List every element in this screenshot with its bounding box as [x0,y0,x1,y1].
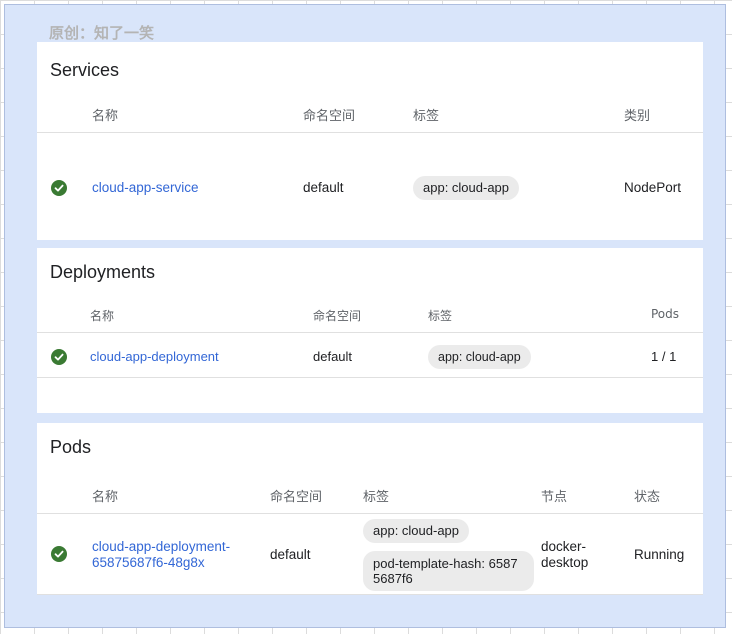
deployments-divider-top [37,332,703,333]
services-header-type[interactable]: 类别 [624,105,650,124]
services-title: Services [50,60,120,80]
services-card: Services 名称 命名空间 标签 类别 cloud-app-service… [37,42,703,240]
service-type: NodePort [624,180,682,195]
deployments-header-name[interactable]: 名称 [90,307,114,324]
deployment-pods-count: 1 / 1 [651,349,677,364]
check-circle-icon [51,180,67,196]
check-circle-icon [51,349,67,365]
pod-node: docker- desktop [541,539,588,571]
pod-hash-line2: 5687f6 [373,571,413,586]
service-label-chip: app: cloud-app [413,176,520,200]
pod-namespace: default [270,547,311,562]
deployments-divider-bottom [37,377,703,378]
pod-name-link[interactable]: cloud-app-deployment- 65875687f6-48g8x [92,539,230,571]
deployment-namespace: default [313,349,353,364]
pods-header-node[interactable]: 节点 [541,486,567,505]
pod-name-line2: 65875687f6-48g8x [92,555,205,570]
deployments-header-namespace[interactable]: 命名空间 [313,307,361,324]
pod-label-chip-hash: pod-template-hash: 6587 5687f6 [363,551,534,591]
deployments-header-pods: Pods [651,307,680,321]
dashboard-frame: 原创：知了一笑 Services 名称 命名空间 标签 类别 cloud-app… [4,4,726,628]
services-header-labels: 标签 [413,109,440,124]
pods-divider-bottom [37,594,703,595]
pods-divider [37,513,703,514]
pods-header-labels: 标签 [363,490,390,505]
pods-title: Pods [50,437,92,457]
services-header-namespace[interactable]: 命名空间 [303,105,355,124]
pod-label-chip-app: app: cloud-app [363,519,470,543]
pods-header-status[interactable]: 状态 [634,486,660,505]
deployments-header-labels: 标签 [428,309,453,323]
service-name-link[interactable]: cloud-app-service [92,180,199,196]
pods-card: Pods 名称 命名空间 标签 节点 状态 cloud-app-deployme… [37,423,703,595]
service-namespace: default [303,180,344,195]
pod-node-line1: docker- [541,539,587,554]
pod-name-line1: cloud-app-deployment- [92,539,231,554]
deployments-card: Deployments 名称 命名空间 标签 Pods cloud-app-de… [37,248,703,413]
deployment-label-chip: app: cloud-app [428,345,531,369]
watermark: 原创：知了一笑 [49,24,155,42]
services-header-name[interactable]: 名称 [92,105,118,124]
pods-header-namespace[interactable]: 命名空间 [270,486,322,505]
pod-node-line2: desktop [541,555,589,570]
deployment-name-link[interactable]: cloud-app-deployment [90,349,219,365]
pod-hash-line1: pod-template-hash: 6587 [373,556,518,571]
pod-status: Running [634,547,685,562]
check-circle-icon [51,546,67,562]
services-divider [37,132,703,133]
pods-header-name[interactable]: 名称 [92,486,118,505]
deployments-title: Deployments [50,262,156,282]
